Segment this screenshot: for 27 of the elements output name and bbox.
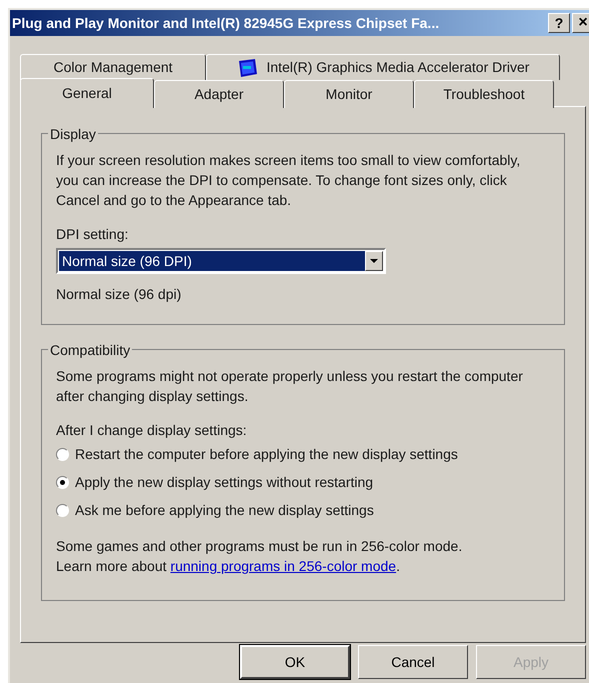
radio-button[interactable] xyxy=(56,504,69,516)
radio-label[interactable]: Ask me before applying the new display settings xyxy=(75,500,374,520)
description-text: If your screen resolution makes screen items too small to view comfortably, you can increase the DPI to compensate. To change font sizes only, click Cancel and go to the Appearance tab. xyxy=(56,151,522,210)
help-button[interactable]: ? xyxy=(548,13,570,33)
help-link[interactable]: running programs in 256-color mode xyxy=(170,558,396,574)
description-text: Some programs might not operate properly unless you restart the computer after changing display settings. xyxy=(56,367,524,406)
close-button[interactable]: × xyxy=(572,13,589,33)
tab[interactable]: General xyxy=(20,78,154,108)
monitor-icon xyxy=(236,58,258,78)
radio-label[interactable]: Restart the computer before applying the new display settings xyxy=(75,444,458,464)
dpi-caption: Normal size (96 dpi) xyxy=(56,285,182,304)
tab[interactable]: Adapter xyxy=(154,80,284,108)
radio-button[interactable] xyxy=(56,448,69,460)
radio-button[interactable] xyxy=(56,476,69,488)
dpi-setting-label: DPI setting: xyxy=(56,225,130,244)
radio-label[interactable]: Apply the new display settings without restarting xyxy=(75,472,374,492)
dialog-button[interactable]: Cancel xyxy=(358,645,468,679)
tab[interactable]: Intel(R) Graphics Media Accelerator Driver xyxy=(206,54,560,80)
dpi-dropdown[interactable]: Normal size (96 DPI) xyxy=(56,248,386,274)
tab[interactable]: Troubleshoot xyxy=(414,80,554,108)
tab[interactable]: Color Management xyxy=(20,54,206,80)
dialog-button[interactable]: OK xyxy=(240,645,350,679)
dropdown-value: Normal size (96 DPI) xyxy=(59,251,365,271)
note-text: Some games and other programs must be run in 256-color mode. Learn more about running programs in 256-color mode. xyxy=(56,537,464,576)
options-label: After I change display settings: xyxy=(56,421,248,440)
tab[interactable]: Monitor xyxy=(284,80,414,108)
window-title: Plug and Play Monitor and Intel(R) 82945G Express Chipset Fa... xyxy=(12,14,440,33)
